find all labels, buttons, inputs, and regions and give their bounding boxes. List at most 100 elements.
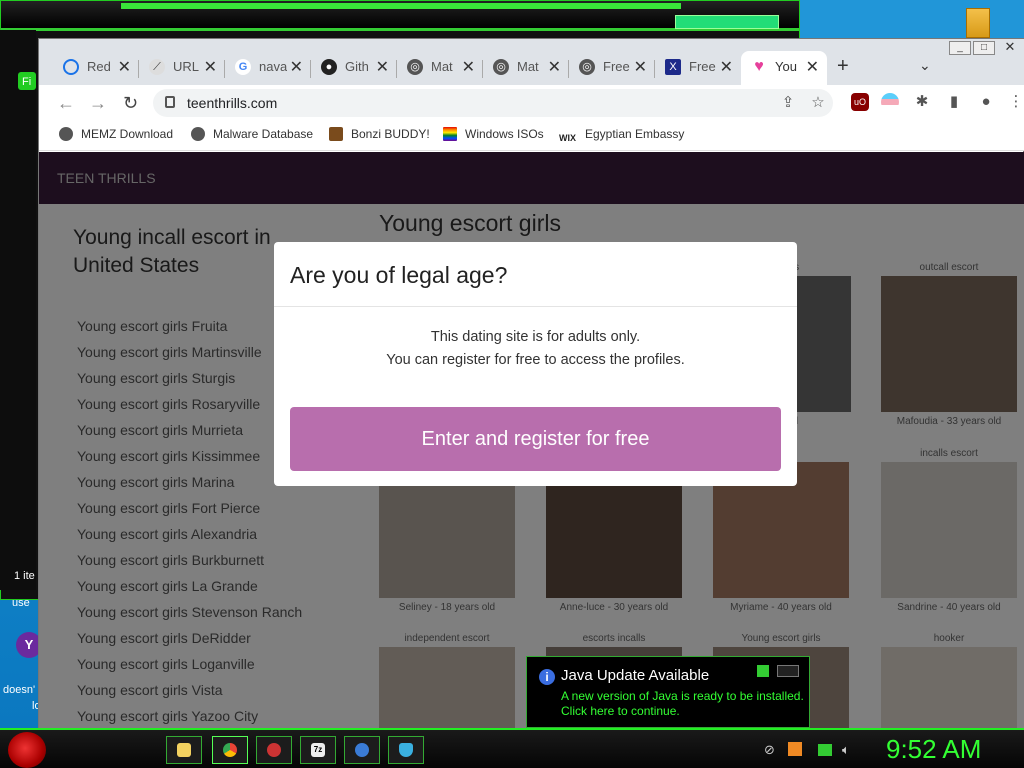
close-tab-icon[interactable]: ✕ <box>204 57 217 77</box>
desktop-label: use <box>12 597 30 609</box>
close-tab-icon[interactable]: ✕ <box>376 57 389 77</box>
tab-9-active[interactable]: ♥ You ✕ <box>741 51 827 85</box>
modal-line-2: You can register for free to access the … <box>386 352 685 368</box>
age-verification-modal: Are you of legal age? This dating site i… <box>274 242 797 486</box>
background-window-accent <box>121 3 681 9</box>
browser-window: _ □ ✕ Red ✕ ⟋ URL ✕ G nava ✕ ● Gith ✕ ◎ … <box>38 38 1024 729</box>
globe-icon: ◎ <box>579 59 595 75</box>
bookmark-windows-isos[interactable]: Windows ISOs <box>443 127 544 141</box>
java-update-notification[interactable]: i Java Update Available A new version of… <box>526 656 810 728</box>
taskbar-7zip[interactable]: 7z <box>300 736 336 764</box>
desktop-label: Fi <box>22 76 32 88</box>
java-message[interactable]: A new version of Java is ready to be ins… <box>561 689 804 719</box>
tray-icon[interactable]: ⊘ <box>764 742 775 758</box>
close-tab-icon[interactable]: ✕ <box>806 57 819 77</box>
globe-icon: ◎ <box>407 59 423 75</box>
start-button[interactable] <box>8 732 46 768</box>
tab-2[interactable]: ⟋ URL ✕ <box>139 51 225 85</box>
tab-label: Gith <box>345 59 369 74</box>
bookmark-label: Windows ISOs <box>465 127 544 141</box>
url-text: teenthrills.com <box>187 95 278 111</box>
tab-7[interactable]: ◎ Free ✕ <box>569 51 655 85</box>
close-tab-icon[interactable]: ✕ <box>118 57 131 77</box>
globe-icon <box>191 127 205 141</box>
tab-6[interactable]: ◎ Mat ✕ <box>483 51 569 85</box>
tab-1[interactable]: Red ✕ <box>53 51 139 85</box>
close-tab-icon[interactable]: ✕ <box>462 57 475 77</box>
browser-toolbar: ← → ↻ teenthrills.com ⇪ ☆ uO ✱ ▮ ● ⋮ <box>39 85 1024 121</box>
github-icon: ● <box>321 59 337 75</box>
folder-icon <box>177 743 191 757</box>
taskbar-file-explorer[interactable] <box>166 736 202 764</box>
address-bar[interactable]: teenthrills.com ⇪ ☆ <box>153 89 833 117</box>
ublock-icon[interactable]: uO <box>851 93 869 111</box>
tab-4[interactable]: ● Gith ✕ <box>311 51 397 85</box>
side-panel-icon[interactable]: ▮ <box>945 93 963 111</box>
close-tab-icon[interactable]: ✕ <box>290 57 303 77</box>
chrome-icon <box>223 743 237 757</box>
background-window-controls[interactable] <box>675 15 779 29</box>
bookmark-label: Bonzi BUDDY! <box>351 127 430 141</box>
close-window-button[interactable]: ✕ <box>999 40 1021 55</box>
forward-button[interactable]: → <box>89 93 107 114</box>
java-close-button[interactable] <box>777 665 799 677</box>
bookmark-label: MEMZ Download <box>81 127 174 141</box>
tab-search-icon[interactable]: ⌄ <box>919 57 931 74</box>
background-window-sidebar: Fi 1 ite <box>0 30 36 590</box>
x-icon: X <box>665 59 681 75</box>
taskbar: 7z ⊘ 🔈︎ 9:52 AM <box>0 728 1024 768</box>
bookmark-malware-database[interactable]: Malware Database <box>191 127 313 141</box>
folder-icon[interactable] <box>966 8 990 38</box>
menu-icon[interactable]: ⋮ <box>1007 93 1024 111</box>
volume-icon[interactable]: 🔈︎ <box>842 742 850 758</box>
tab-label: You <box>775 59 797 74</box>
bookmark-egyptian-embassy[interactable]: WIX Egyptian Embassy <box>559 127 684 147</box>
bookmark-bonzi-buddy[interactable]: Bonzi BUDDY! <box>329 127 430 141</box>
bookmarks-bar: MEMZ Download Malware Database Bonzi BUD… <box>39 121 1024 151</box>
enter-register-button[interactable]: Enter and register for free <box>290 407 781 471</box>
java-options-icon[interactable] <box>757 665 769 677</box>
desktop-label: doesn' <box>3 684 36 696</box>
java-message-line-2: Click here to continue. <box>561 704 680 718</box>
bonzi-icon <box>329 127 343 141</box>
java-message-line-1: A new version of Java is ready to be ins… <box>561 689 804 703</box>
minimize-button[interactable]: _ <box>949 41 971 55</box>
reload-button[interactable]: ↻ <box>123 93 138 114</box>
close-tab-icon[interactable]: ✕ <box>720 57 733 77</box>
bookmark-memz[interactable]: MEMZ Download <box>59 127 173 141</box>
close-tab-icon[interactable]: ✕ <box>634 57 647 77</box>
taskbar-app-3[interactable] <box>256 736 292 764</box>
clock[interactable]: 9:52 AM <box>886 734 981 765</box>
bookmark-label: Egyptian Embassy <box>585 127 685 141</box>
modal-body: This dating site is for adults only. You… <box>274 326 797 372</box>
rainbow-flag-icon <box>443 127 457 141</box>
taskbar-app-6[interactable] <box>388 736 424 764</box>
network-icon[interactable] <box>818 744 832 756</box>
tab-3[interactable]: G nava ✕ <box>225 51 311 85</box>
profile-icon[interactable]: ● <box>977 93 995 111</box>
tab-5[interactable]: ◎ Mat ✕ <box>397 51 483 85</box>
tab-label: nava <box>259 59 287 74</box>
bookmark-star-icon[interactable]: ☆ <box>809 94 827 112</box>
java-tray-icon[interactable] <box>788 742 802 756</box>
google-icon: G <box>235 59 251 75</box>
desktop-label: 1 ite <box>14 570 35 582</box>
back-button[interactable]: ← <box>57 93 75 114</box>
modal-title: Are you of legal age? <box>290 262 508 288</box>
url-icon: ⟋ <box>149 59 165 75</box>
flag-extension-icon[interactable] <box>881 93 899 111</box>
taskbar-chrome[interactable] <box>212 736 248 764</box>
tab-label: Free <box>689 59 716 74</box>
modal-divider <box>274 306 797 307</box>
tab-8[interactable]: X Free ✕ <box>655 51 741 85</box>
lock-icon <box>165 96 175 108</box>
maximize-button[interactable]: □ <box>973 41 995 55</box>
extensions-icon[interactable]: ✱ <box>913 93 931 111</box>
close-tab-icon[interactable]: ✕ <box>548 57 561 77</box>
new-tab-button[interactable]: + <box>837 55 849 78</box>
desktop-top-right <box>800 0 1024 40</box>
taskbar-app-5[interactable] <box>344 736 380 764</box>
share-icon[interactable]: ⇪ <box>779 94 797 112</box>
heart-icon: ♥ <box>754 58 764 75</box>
app-icon <box>267 743 281 757</box>
